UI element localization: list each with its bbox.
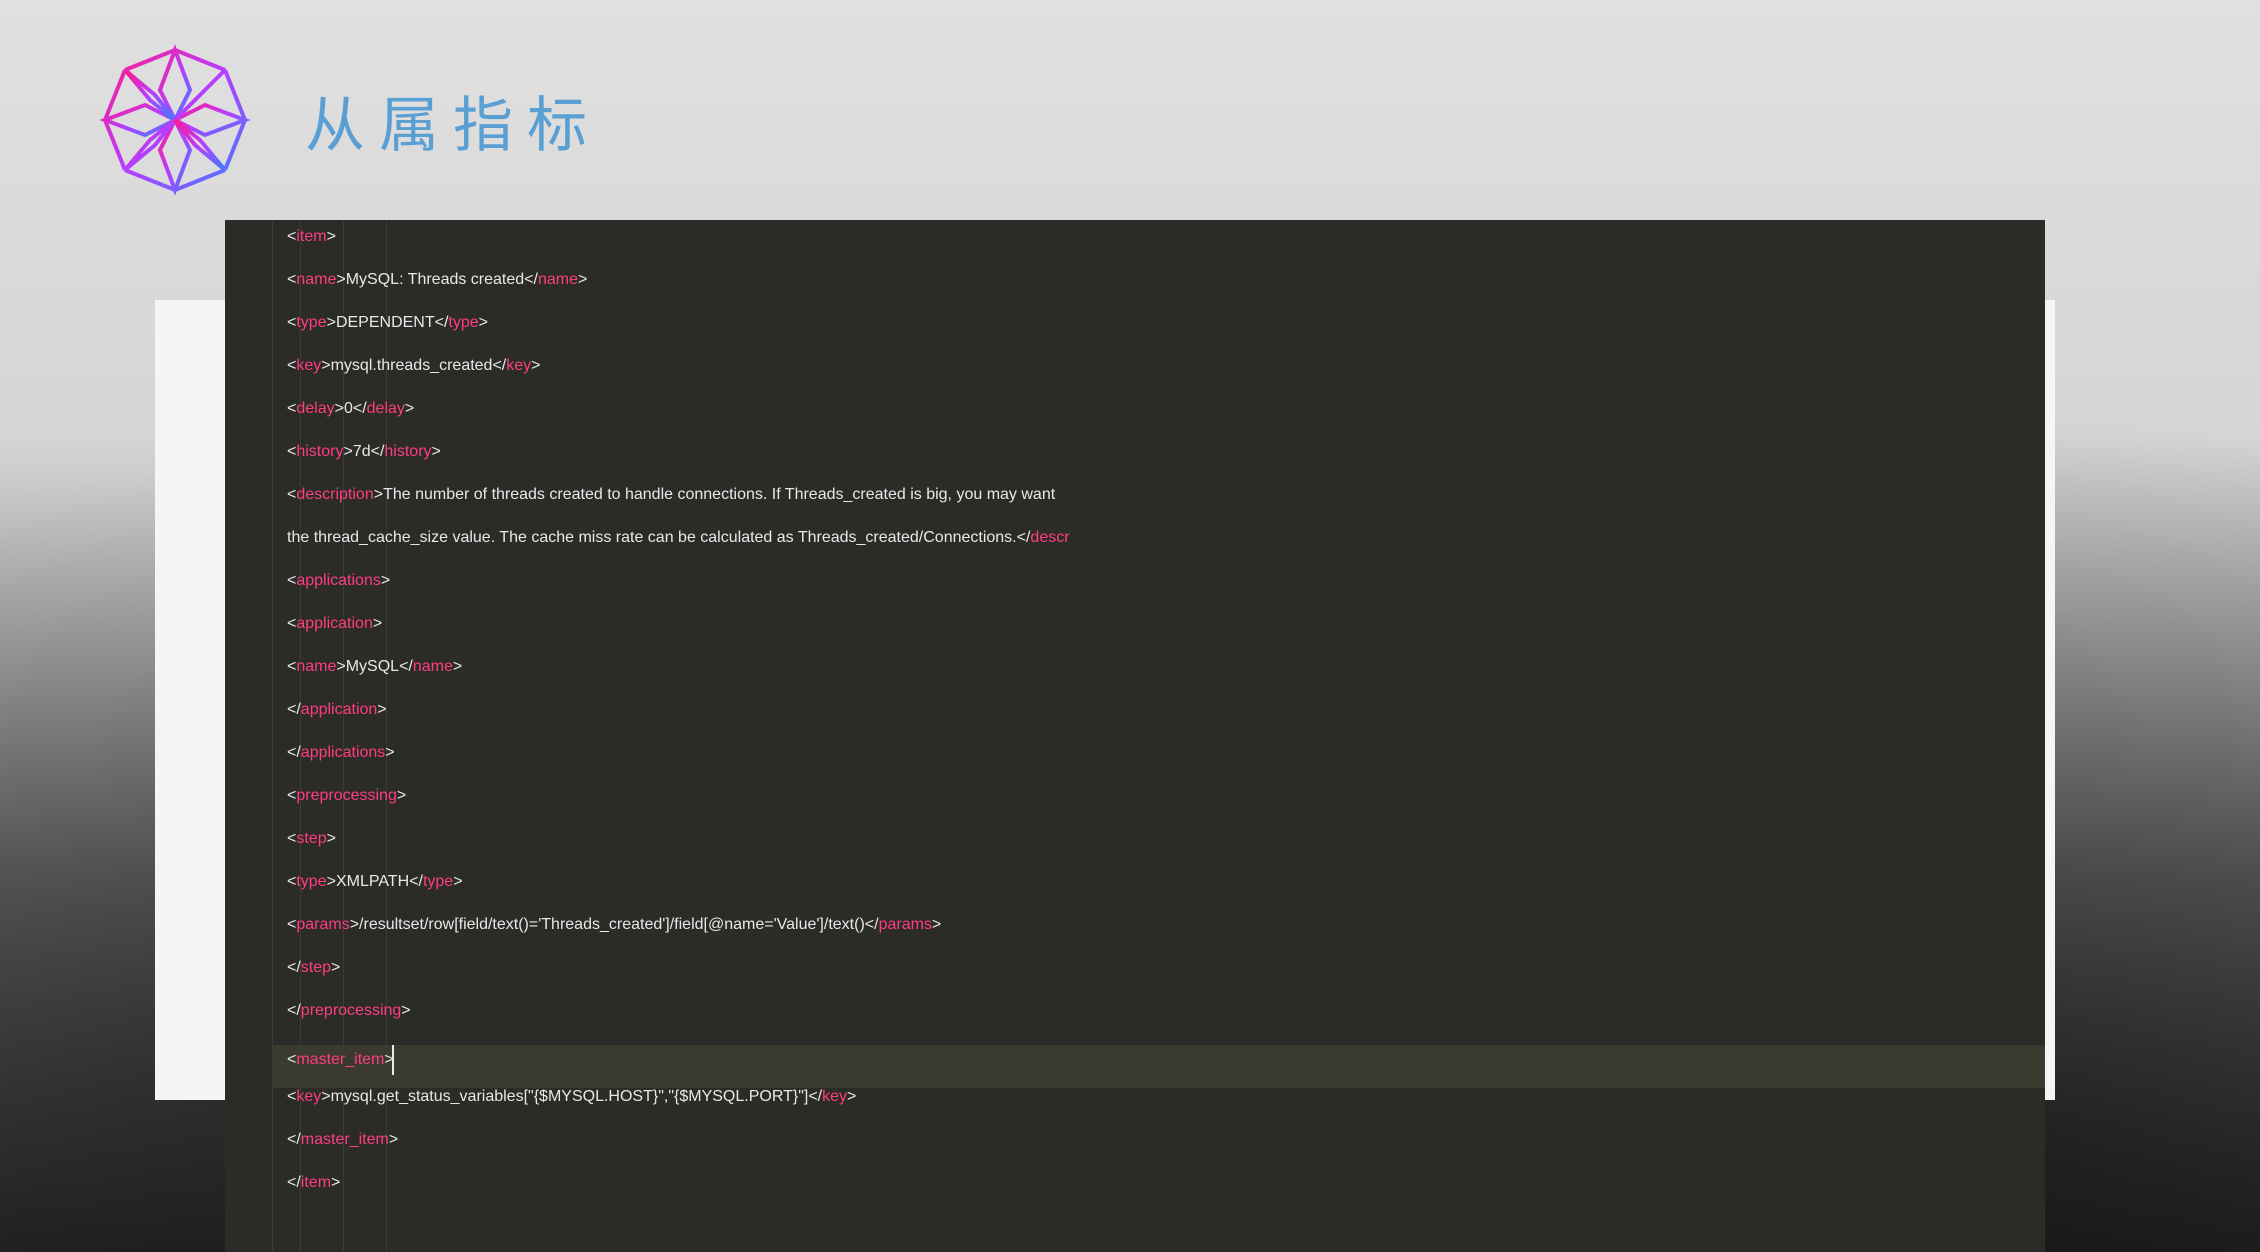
page-title: 从属指标 <box>305 77 601 164</box>
code-line[interactable]: <key>mysql.get_status_variables["{$MYSQL… <box>287 1088 1070 1131</box>
code-line[interactable]: <key>mysql.threads_created</key> <box>287 357 1070 400</box>
code-line[interactable]: <master_item> <box>287 1045 1070 1088</box>
code-line[interactable]: <type>DEPENDENT</type> <box>287 314 1070 357</box>
code-line[interactable]: <params>/resultset/row[field/text()='Thr… <box>287 916 1070 959</box>
code-line[interactable]: </application> <box>287 701 1070 744</box>
code-line[interactable]: <type>XMLPATH</type> <box>287 873 1070 916</box>
code-line[interactable]: <preprocessing> <box>287 787 1070 830</box>
code-line[interactable]: <item> <box>287 228 1070 271</box>
code-gutter <box>225 220 273 1252</box>
code-line[interactable]: </applications> <box>287 744 1070 787</box>
code-line[interactable]: <history>7d</history> <box>287 443 1070 486</box>
code-line[interactable]: </master_item> <box>287 1131 1070 1174</box>
code-line[interactable]: <step> <box>287 830 1070 873</box>
code-line[interactable]: </preprocessing> <box>287 1002 1070 1045</box>
header: 从属指标 <box>95 40 601 200</box>
star-logo-icon <box>95 40 255 200</box>
code-line[interactable]: the thread_cache_size value. The cache m… <box>287 529 1070 572</box>
code-line[interactable]: <application> <box>287 615 1070 658</box>
code-line[interactable]: <applications> <box>287 572 1070 615</box>
code-editor[interactable]: <item> <name>MySQL: Threads created</nam… <box>225 220 2045 1252</box>
code-line[interactable]: <name>MySQL</name> <box>287 658 1070 701</box>
code-line[interactable]: </step> <box>287 959 1070 1002</box>
code-line[interactable]: <description>The number of threads creat… <box>287 486 1070 529</box>
code-line[interactable]: <delay>0</delay> <box>287 400 1070 443</box>
code-line[interactable]: <name>MySQL: Threads created</name> <box>287 271 1070 314</box>
code-content[interactable]: <item> <name>MySQL: Threads created</nam… <box>287 228 1070 1217</box>
code-line[interactable]: </item> <box>287 1174 1070 1217</box>
